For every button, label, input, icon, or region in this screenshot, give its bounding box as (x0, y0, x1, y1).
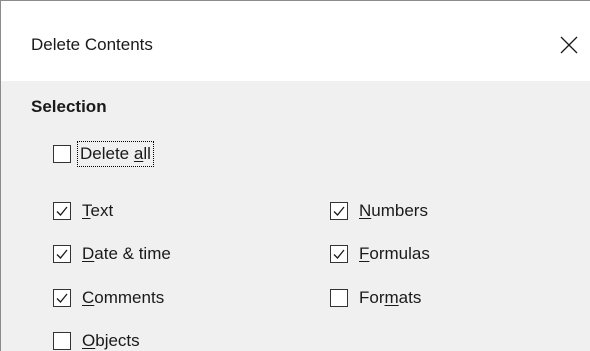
checkbox-box (330, 245, 348, 263)
checkbox-box (330, 289, 348, 307)
comments-checkbox[interactable]: Comments (53, 284, 164, 312)
checkbox-label: Objects (82, 331, 140, 350)
formulas-checkbox[interactable]: Formulas (330, 240, 430, 268)
checkbox-box (53, 289, 71, 307)
checkbox-box (53, 202, 71, 220)
checkbox-box (330, 202, 348, 220)
objects-checkbox[interactable]: Objects (53, 327, 140, 351)
checkbox-box (53, 332, 71, 350)
formats-checkbox[interactable]: Formats (330, 284, 421, 312)
selection-heading: Selection (31, 97, 107, 116)
checkmark-icon (56, 249, 68, 259)
checkbox-box (53, 145, 71, 163)
dialog-title: Delete Contents (31, 35, 153, 54)
delete-contents-dialog: Delete Contents Selection Delete all Tex… (0, 0, 590, 351)
checkmark-icon (333, 249, 345, 259)
title-bar: Delete Contents (1, 1, 590, 81)
date-time-checkbox[interactable]: Date & time (53, 240, 171, 268)
close-button[interactable] (551, 27, 587, 63)
numbers-checkbox[interactable]: Numbers (330, 197, 428, 225)
checkmark-icon (56, 206, 68, 216)
delete-all-checkbox[interactable]: Delete all (53, 140, 154, 168)
checkbox-label: Formulas (359, 244, 430, 263)
checkmark-icon (56, 293, 68, 303)
close-icon (560, 36, 578, 54)
text-checkbox[interactable]: Text (53, 197, 113, 225)
checkbox-label: Date & time (82, 244, 171, 263)
checkbox-label: Numbers (359, 201, 428, 220)
checkbox-label: Text (82, 201, 114, 220)
checkmark-icon (333, 206, 345, 216)
checkbox-box (53, 245, 71, 263)
checkbox-label: Comments (82, 288, 165, 307)
checkbox-label: Formats (359, 288, 422, 307)
checkbox-label: Delete all (77, 141, 154, 167)
